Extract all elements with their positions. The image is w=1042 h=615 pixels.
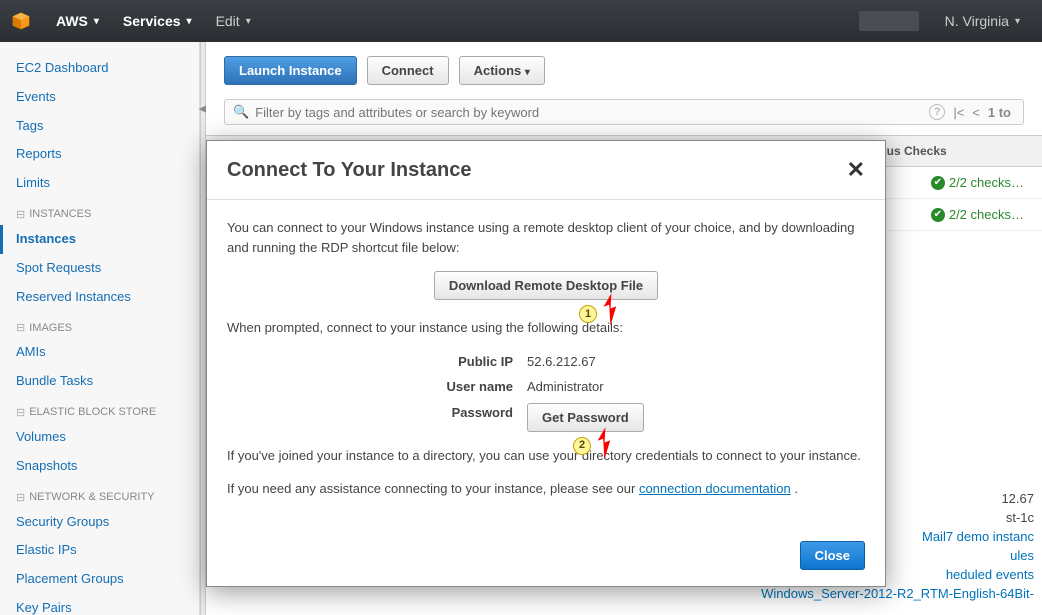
modal-intro-text: You can connect to your Windows instance…: [227, 218, 865, 257]
annotation-arrow-2: [589, 423, 629, 469]
label-username: User name: [227, 377, 527, 397]
help-prefix: If you need any assistance connecting to…: [227, 481, 639, 496]
label-password: Password: [227, 403, 527, 432]
modal-header: Connect To Your Instance ✕: [207, 141, 885, 200]
value-public-ip: 52.6.212.67: [527, 352, 865, 372]
annotation-arrow-1: [595, 289, 635, 335]
modal-directory-text: If you've joined your instance to a dire…: [227, 446, 865, 466]
modal-title: Connect To Your Instance: [227, 159, 847, 182]
close-button[interactable]: Close: [800, 541, 865, 570]
modal-body: You can connect to your Windows instance…: [207, 200, 885, 531]
connect-modal: Connect To Your Instance ✕ You can conne…: [206, 140, 886, 587]
label-public-ip: Public IP: [227, 352, 527, 372]
modal-backdrop: Connect To Your Instance ✕ You can conne…: [0, 0, 1042, 615]
modal-help-line: If you need any assistance connecting to…: [227, 479, 865, 499]
modal-footer: Close: [207, 531, 885, 586]
modal-prompt-text: When prompted, connect to your instance …: [227, 318, 865, 338]
connection-doc-link[interactable]: connection documentation: [639, 481, 791, 496]
value-username: Administrator: [527, 377, 865, 397]
close-icon[interactable]: ✕: [847, 157, 865, 183]
